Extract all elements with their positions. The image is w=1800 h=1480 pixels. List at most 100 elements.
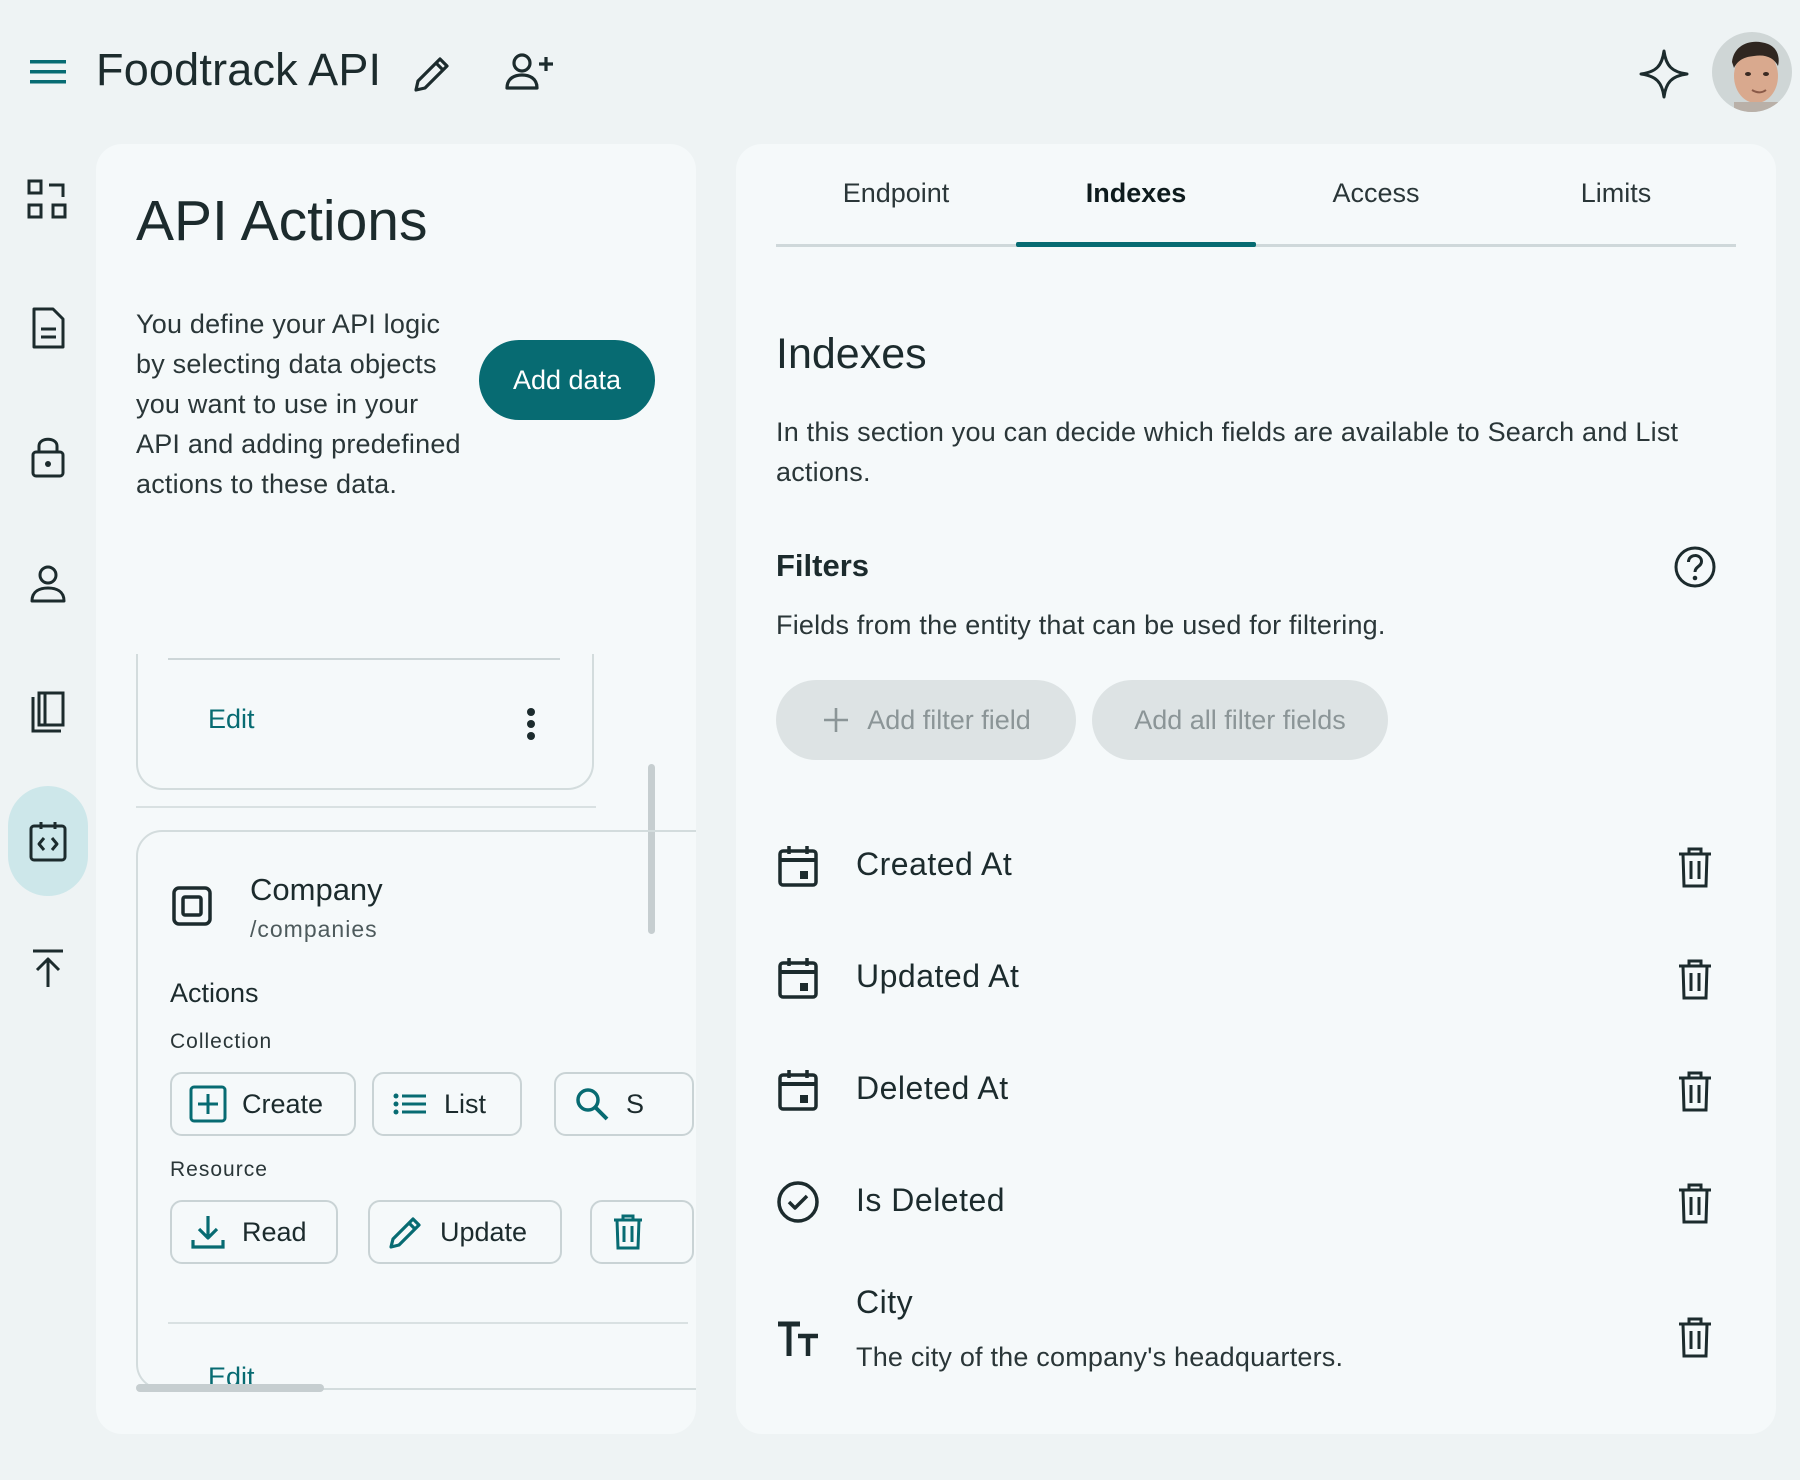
pencil-icon	[414, 57, 449, 92]
entity-path: /companies	[250, 916, 378, 942]
delete-field-button[interactable]	[1674, 1316, 1716, 1360]
rail-item-users[interactable]	[8, 544, 88, 624]
tab-access[interactable]: Access	[1256, 178, 1496, 244]
section-description: In this section you can decide which fie…	[776, 417, 1679, 487]
chip-label: Create	[242, 1088, 324, 1119]
field-name: Created At	[856, 846, 1013, 882]
menu-button[interactable]	[22, 50, 74, 94]
collection-label: Collection	[170, 1030, 273, 1053]
read-action-chip[interactable]: Read	[170, 1200, 338, 1264]
card-divider	[168, 1322, 688, 1324]
chip-label: Read	[242, 1216, 307, 1247]
chip-label: S	[626, 1088, 645, 1119]
field-name: Is Deleted	[856, 1182, 1006, 1218]
api-actions-panel: API Actions You define your API logic by…	[96, 144, 696, 1434]
tab-limits[interactable]: Limits	[1496, 178, 1736, 244]
list-action-chip[interactable]: List	[372, 1072, 522, 1136]
company-card: Company /companies Actions Collection Cr…	[136, 830, 696, 1392]
sparkle-icon	[1639, 49, 1689, 99]
delete-field-button[interactable]	[1674, 1182, 1716, 1226]
add-filter-field-button[interactable]: Add filter field	[776, 680, 1076, 760]
chip-label: List	[444, 1088, 487, 1119]
filter-field-row: Deleted At	[736, 1034, 1776, 1146]
field-name: Deleted At	[856, 1070, 1009, 1106]
section-title: Indexes	[776, 330, 927, 378]
chip-label: Update	[440, 1216, 528, 1247]
card-divider	[168, 658, 560, 660]
trash-icon	[1679, 959, 1711, 1000]
rail-item-dashboard[interactable]	[8, 160, 88, 240]
tab-endpoint[interactable]: Endpoint	[776, 178, 1016, 244]
trash-icon	[1679, 1183, 1711, 1224]
filter-field-row: Is Deleted	[736, 1146, 1776, 1258]
app-title: Foodtrack API	[96, 44, 382, 95]
edit-button[interactable]: Edit	[208, 704, 255, 735]
trash-icon	[614, 1214, 642, 1250]
add-all-filter-fields-button[interactable]: Add all filter fields	[1092, 680, 1388, 760]
avatar[interactable]	[1712, 32, 1792, 112]
publish-icon	[33, 949, 63, 987]
text-fields-icon	[778, 1321, 818, 1356]
download-icon	[191, 1216, 225, 1249]
search-icon	[576, 1088, 609, 1121]
update-action-chip[interactable]: Update	[368, 1200, 562, 1264]
delete-field-button[interactable]	[1674, 846, 1716, 890]
book-icon	[31, 691, 65, 733]
active-tab-indicator	[1016, 242, 1256, 247]
entity-icon	[172, 886, 212, 926]
card-separator	[136, 806, 596, 808]
search-action-chip[interactable]: S	[554, 1072, 694, 1136]
trash-icon	[1679, 1071, 1711, 1112]
filter-field-row: City The city of the company's headquart…	[736, 1254, 1776, 1394]
api-code-icon	[29, 822, 67, 862]
rail-item-documents[interactable]	[8, 288, 88, 368]
button-label: Add filter field	[867, 704, 1031, 735]
add-box-icon	[189, 1085, 227, 1123]
resource-label: Resource	[170, 1158, 268, 1181]
edit-title-button[interactable]	[408, 50, 456, 98]
actions-heading: Actions	[170, 978, 259, 1008]
rail-item-docs[interactable]	[8, 672, 88, 752]
panel-title: API Actions	[136, 189, 428, 253]
dashboard-icon	[27, 179, 67, 219]
rail-item-api[interactable]	[8, 786, 88, 896]
share-button[interactable]	[502, 48, 558, 98]
calendar-icon	[778, 1070, 818, 1111]
entity-name: Company	[250, 872, 383, 907]
field-description: The city of the company's headquarters.	[856, 1342, 1344, 1372]
person-add-icon	[505, 53, 553, 90]
rail-item-publish[interactable]	[8, 928, 88, 1008]
delete-field-button[interactable]	[1674, 958, 1716, 1002]
calendar-icon	[778, 846, 818, 887]
field-name: Updated At	[856, 958, 1020, 994]
plus-icon	[824, 708, 849, 732]
trash-icon	[1679, 1317, 1711, 1358]
document-icon	[32, 307, 65, 349]
delete-field-button[interactable]	[1674, 1070, 1716, 1114]
rail-item-security[interactable]	[8, 416, 88, 496]
assistant-button[interactable]	[1636, 46, 1692, 102]
horizontal-scrollbar[interactable]	[136, 1384, 324, 1392]
filter-field-row: Updated At	[736, 922, 1776, 1034]
trash-icon	[1679, 847, 1711, 888]
calendar-icon	[778, 958, 818, 999]
data-object-card: Edit	[136, 654, 594, 790]
tabs-divider	[776, 244, 1736, 247]
more-options-button[interactable]	[516, 704, 546, 744]
menu-icon	[30, 60, 66, 84]
help-button[interactable]	[1672, 544, 1718, 590]
user-photo	[1712, 32, 1792, 112]
indexes-panel: Endpoint Indexes Access Limits Indexes I…	[736, 144, 1776, 1434]
filters-description: Fields from the entity that can be used …	[776, 610, 1386, 640]
lock-icon	[31, 437, 65, 478]
create-action-chip[interactable]: Create	[170, 1072, 356, 1136]
tab-indexes[interactable]: Indexes	[1016, 178, 1256, 244]
add-data-button[interactable]: Add data	[479, 340, 655, 420]
pencil-icon	[389, 1217, 421, 1249]
more-vert-icon	[527, 708, 535, 740]
list-icon	[393, 1093, 426, 1115]
filter-field-row: Created At	[736, 810, 1776, 922]
delete-action-chip[interactable]	[590, 1200, 694, 1264]
person-icon	[30, 565, 66, 603]
panel-description: You define your API logic by selecting d…	[136, 309, 461, 499]
